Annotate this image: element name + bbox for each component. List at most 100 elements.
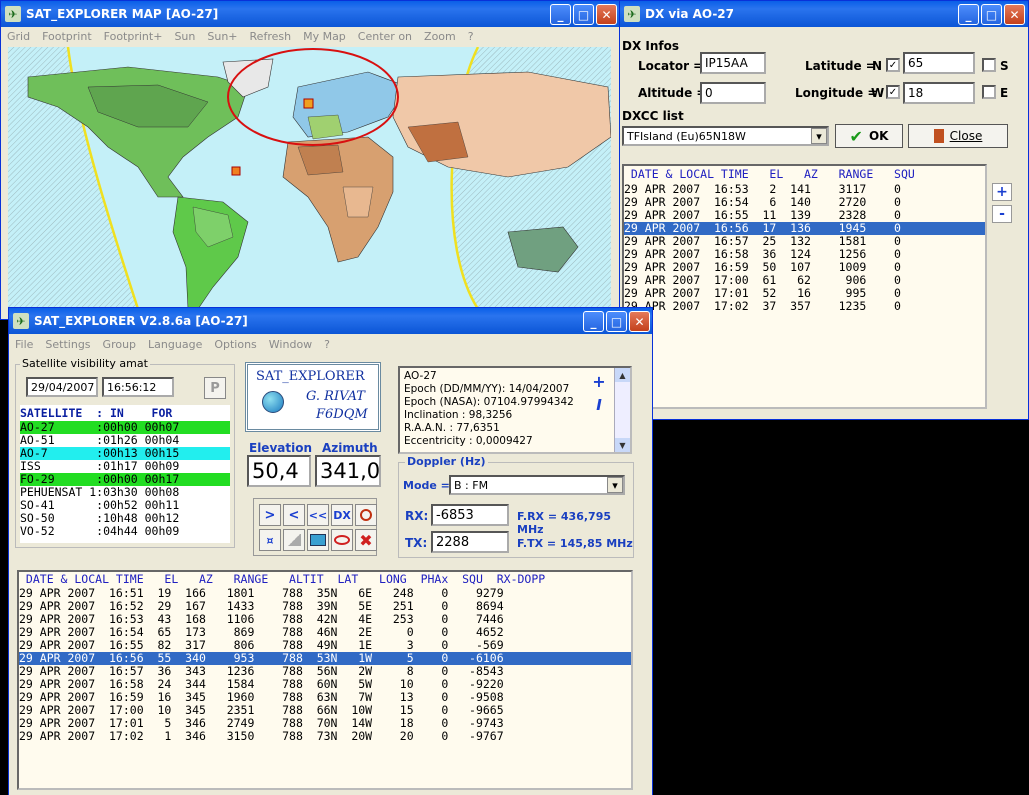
map-menu-item[interactable]: Sun+ [207,30,237,43]
dxcc-label: DXCC list [622,109,684,123]
chevron-down-icon[interactable]: ▾ [607,477,623,493]
main-menu-item[interactable]: Settings [45,338,90,351]
close-dx-button[interactable]: Close [908,124,1008,148]
dx-table-rows: 29 APR 2007 16:53 2 141 3117 0 29 APR 200… [624,183,985,313]
main-window: ✈ SAT_EXPLORER V2.8.6a [AO-27] _ □ ✕ Fil… [8,307,653,795]
prev-button[interactable]: < [283,504,305,526]
orbital-info-box[interactable]: AO-27 Epoch (DD/MM/YY): 14/04/2007 Epoch (… [398,366,632,454]
dx-titlebar[interactable]: ✈ DX via AO-27 _ □ ✕ [620,1,1028,27]
map-menu-item[interactable]: Grid [7,30,30,43]
rx-label: RX: [405,509,429,523]
pass-table-header: DATE & LOCAL TIME EL AZ RANGE ALTIT LAT … [19,572,546,586]
p-button[interactable]: P [204,377,226,399]
satellite-list[interactable]: SATELLITE : IN FOR AO-27 :00h00 00h07 AO-… [20,405,230,543]
clock-icon[interactable] [355,504,377,526]
map-menu-item[interactable]: Zoom [424,30,456,43]
signal-icon[interactable] [283,529,305,551]
main-menu-item[interactable]: Window [269,338,312,351]
orbital-info-line: Eccentricity : 0,0009427 [404,435,533,447]
logo-callsign: F6DQM [316,407,368,422]
date-input[interactable]: 29/04/2007 [26,377,98,397]
close-label: Close [949,129,983,143]
footprint-icon[interactable] [331,529,353,551]
mode-select[interactable]: B : FM ▾ [449,475,625,495]
ok-label: OK [868,129,889,143]
maximize-button[interactable]: □ [606,311,627,332]
longitude-e-checkbox[interactable] [982,85,996,99]
globe-icon [262,391,284,413]
map-menu-item[interactable]: Footprint [42,30,92,43]
mode-label: Mode = [403,479,450,492]
close-button[interactable]: ✕ [1004,4,1025,25]
maximize-button[interactable]: □ [573,4,594,25]
tx-doppler-value: 2288 [431,531,509,553]
minimize-button[interactable]: _ [550,4,571,25]
world-map-drawing [8,47,611,309]
main-titlebar[interactable]: ✈ SAT_EXPLORER V2.8.6a [AO-27] _ □ ✕ [9,308,652,334]
longitude-hemisphere: W [871,86,885,100]
latitude-s-checkbox[interactable] [982,58,996,72]
logo-title: SAT_EXPLORER [256,369,365,384]
pass-table-row[interactable]: 29 APR 2007 17:02 1 346 3150 788 73N 20W… [19,730,631,743]
dx-table-header: DATE & LOCAL TIME EL AZ RANGE SQU [624,167,915,181]
longitude-w-checkbox[interactable]: ✓ [886,85,900,99]
rx-doppler-value: -6853 [431,504,509,526]
maximize-button[interactable]: □ [981,4,1002,25]
map-menu-item[interactable]: Refresh [250,30,292,43]
ftx-label: F.TX = 145,85 MHz [517,537,633,550]
tx-label: TX: [405,536,428,550]
map-menu-item[interactable]: ? [468,30,474,43]
main-menu-item[interactable]: File [15,338,33,351]
locator-input[interactable]: IP15AA [700,52,766,74]
main-menu-item[interactable]: Language [148,338,202,351]
time-input[interactable]: 16:56:12 [102,377,174,397]
close-button[interactable]: ✕ [629,311,650,332]
dx-button[interactable]: DX [331,504,353,526]
map-menu-item[interactable]: My Map [303,30,346,43]
azimuth-value: 341,0 [315,455,381,487]
ok-button[interactable]: ✔ OK [835,124,903,148]
map-menu-item[interactable]: Footprint+ [104,30,163,43]
dx-minus-button[interactable]: - [992,205,1012,223]
settings-icon[interactable]: ¤ [259,529,281,551]
main-menu-item[interactable]: Group [103,338,137,351]
map-menu-item[interactable]: Sun [174,30,195,43]
satellite-row[interactable]: VO-52 :04h44 00h09 [20,525,230,538]
latitude-hemisphere: N [872,59,883,73]
main-menu-item[interactable]: Options [214,338,256,351]
dx-table-row[interactable]: 29 APR 2007 17:02 37 357 1235 0 [624,300,985,313]
info-i-button[interactable]: I [590,396,608,414]
elevation-value: 50,4 [247,455,311,487]
minimize-button[interactable]: _ [583,311,604,332]
stop-button[interactable]: ✖ [355,529,377,551]
printer-icon[interactable] [307,529,329,551]
close-button[interactable]: ✕ [596,4,617,25]
info-plus-button[interactable]: + [590,372,608,391]
dx-infos-label: DX Infos [622,39,680,53]
next-button[interactable]: > [259,504,281,526]
map-menubar: Grid Footprint Footprint+ Sun Sun+ Refresh My … [1,27,619,46]
chevron-down-icon[interactable]: ▾ [811,128,827,144]
app-icon: ✈ [5,6,21,22]
scroll-down-icon[interactable]: ▼ [615,438,630,452]
map-menu-item[interactable]: Center on [358,30,412,43]
map-titlebar[interactable]: ✈ SAT_EXPLORER MAP [AO-27] _ □ ✕ [1,1,619,27]
dx-pass-table[interactable]: DATE & LOCAL TIME EL AZ RANGE SQU 29 APR… [622,164,987,409]
info-scrollbar[interactable]: ▲ ▼ [614,368,630,452]
s-label: S [1000,59,1009,73]
toolbar-group: > < << DX ¤ ✖ [253,498,377,556]
minimize-button[interactable]: _ [958,4,979,25]
world-map[interactable] [8,47,611,309]
orbital-info-line: R.A.A.N. : 77,6351 [404,422,500,434]
latitude-input[interactable]: 65 [903,52,975,74]
door-icon [933,129,944,143]
scroll-up-icon[interactable]: ▲ [615,368,630,382]
main-menu-item[interactable]: ? [324,338,330,351]
longitude-input[interactable]: 18 [903,82,975,104]
latitude-n-checkbox[interactable]: ✓ [886,58,900,72]
altitude-input[interactable]: 0 [700,82,766,104]
rewind-button[interactable]: << [307,504,329,526]
dx-plus-button[interactable]: + [992,183,1012,201]
dxcc-select[interactable]: TFIsland (Eu)65N18W ▾ [622,126,829,146]
pass-table[interactable]: DATE & LOCAL TIME EL AZ RANGE ALTIT LAT … [17,570,633,790]
